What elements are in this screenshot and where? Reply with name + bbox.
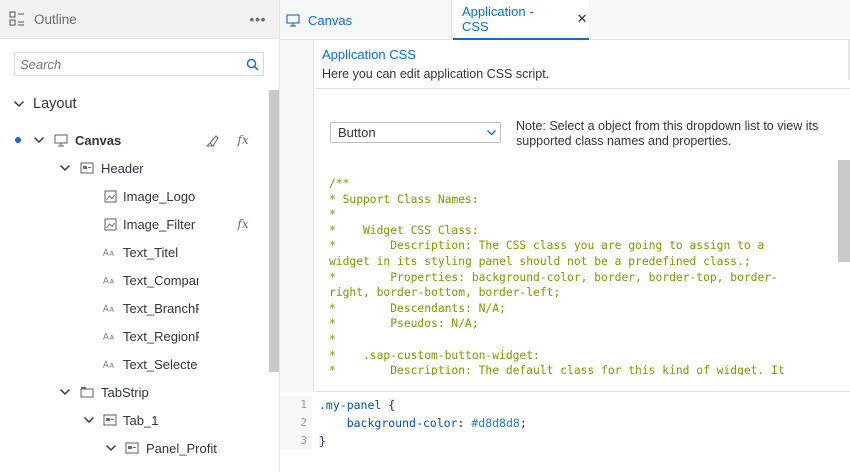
chevron-down-icon[interactable] — [82, 413, 96, 427]
tree-item-label: Panel_Profit — [146, 440, 217, 456]
doc-scrollbar[interactable] — [838, 160, 850, 262]
chevron-down-icon[interactable] — [58, 385, 72, 399]
css-doc-comment: /** * Support Class Names: * * Widget CS… — [329, 177, 785, 375]
tree-item-text-compar[interactable]: AA Text_Compar — [0, 266, 268, 294]
tree-item-label: TabStrip — [101, 384, 149, 400]
tree-item-label: Header — [101, 160, 144, 176]
tree-item-tabstrip[interactable]: TabStrip — [0, 378, 268, 406]
text-icon: AA — [103, 273, 117, 287]
tab-label: Canvas — [308, 12, 353, 28]
text-icon: AA — [103, 301, 117, 315]
tab-application-css[interactable]: Application - CSS ✕ — [453, 0, 589, 40]
chevron-down-icon[interactable] — [32, 133, 46, 147]
svg-text:A: A — [103, 276, 109, 286]
svg-text:A: A — [103, 332, 109, 342]
chevron-down-icon[interactable] — [58, 161, 72, 175]
panel-icon — [80, 161, 94, 175]
svg-text:A: A — [103, 304, 109, 314]
script-fx-icon[interactable]: fx — [234, 215, 252, 233]
search-icon[interactable] — [241, 53, 263, 75]
css-panel-header: Application CSS Here you can edit applic… — [315, 40, 850, 89]
tree-item-label: Text_Titel — [123, 244, 179, 260]
tree-item-label: Text_BranchF — [123, 300, 199, 316]
svg-text:A: A — [103, 360, 109, 370]
code-line[interactable]: 2 background-color: #d8d8d8; — [280, 414, 850, 432]
tree-item-label: Text_RegionF — [123, 328, 199, 344]
image-icon — [103, 189, 117, 203]
css-code-editor[interactable]: 1 .my-panel { 2 background-color: #d8d8d… — [280, 392, 850, 472]
more-options-button[interactable]: ••• — [245, 8, 271, 30]
code-selector: .my-panel — [319, 398, 382, 412]
class-select[interactable]: Button — [330, 122, 501, 143]
svg-text:A: A — [110, 334, 115, 342]
tree-item-image-logo[interactable]: Image_Logo — [0, 182, 268, 210]
chevron-down-icon[interactable] — [482, 124, 500, 142]
code-property: background-color — [346, 416, 458, 430]
tab-canvas[interactable]: Canvas — [280, 0, 452, 40]
line-number: 1 — [280, 396, 312, 414]
outline-panel: Outline ••• Layout Canvas fx — [0, 0, 280, 472]
search-box — [14, 52, 264, 76]
tree-item-label: Text_Compar — [123, 272, 199, 288]
code-semicolon: ; — [519, 416, 527, 430]
tree-item-label: Canvas — [75, 132, 122, 148]
editor-tabs: Canvas Application - CSS ✕ — [280, 0, 850, 40]
tree-item-text-branch[interactable]: AA Text_BranchF — [0, 294, 268, 322]
tree-item-text-region[interactable]: AA Text_RegionF — [0, 322, 268, 350]
search-input[interactable] — [15, 53, 241, 75]
svg-text:A: A — [110, 362, 115, 370]
tree-item-panel-profit[interactable]: Panel_Profit — [0, 434, 268, 462]
code-brace: } — [319, 434, 326, 448]
outline-scrollbar[interactable] — [269, 90, 279, 372]
tree-item-label: Tab_1 — [123, 412, 159, 428]
svg-text:A: A — [110, 278, 115, 286]
text-icon: AA — [103, 357, 117, 371]
tree-item-text-selected[interactable]: AA Text_Selecte — [0, 350, 268, 378]
tree-item-header[interactable]: Header — [0, 154, 268, 182]
svg-text:A: A — [103, 248, 109, 258]
code-value: #d8d8d8 — [471, 416, 520, 430]
tree-item-label: Image_Logo — [123, 188, 196, 204]
tree-item-canvas[interactable]: Canvas fx — [0, 126, 268, 154]
svg-text:A: A — [110, 250, 115, 258]
tree-item-text-titel[interactable]: AA Text_Titel — [0, 238, 268, 266]
code-line[interactable]: 1 .my-panel { — [280, 396, 850, 414]
layout-section-label: Layout — [33, 96, 77, 112]
script-fx-icon[interactable]: fx — [234, 131, 252, 149]
svg-text:A: A — [110, 306, 115, 314]
tree-item-image-filter[interactable]: Image_Filter fx — [0, 210, 268, 238]
select-note: Note: Select a object from this dropdown… — [516, 119, 819, 148]
css-panel-title: Application CSS — [322, 47, 416, 62]
selected-dot — [15, 137, 21, 143]
monitor-icon — [54, 133, 68, 147]
css-panel-description: Here you can edit application CSS script… — [322, 67, 550, 81]
chevron-down-icon[interactable] — [104, 441, 118, 455]
class-select-value: Button — [338, 125, 376, 140]
line-number: 2 — [280, 414, 312, 432]
tree-item-label: Text_Selecte — [123, 356, 198, 372]
code-line[interactable]: 3 } — [280, 432, 850, 450]
outline-title: Outline — [34, 11, 77, 27]
text-icon: AA — [103, 329, 117, 343]
outline-header: Outline ••• — [0, 0, 279, 39]
close-icon[interactable]: ✕ — [575, 11, 589, 26]
layout-section-row[interactable]: Layout — [0, 90, 268, 118]
code-colon: : — [457, 416, 465, 430]
panel-icon — [103, 413, 117, 427]
tree-item-label: Image_Filter — [123, 216, 196, 232]
image-icon — [103, 217, 117, 231]
style-brush-icon[interactable] — [203, 131, 221, 149]
text-icon: AA — [103, 245, 117, 259]
tree-item-tab-1[interactable]: Tab_1 — [0, 406, 268, 434]
panel-icon — [125, 441, 139, 455]
monitor-icon — [286, 13, 300, 27]
outline-icon — [8, 10, 26, 28]
tabstrip-icon — [80, 385, 94, 399]
tab-label: Application - CSS — [462, 4, 534, 34]
chevron-down-icon[interactable] — [12, 97, 26, 111]
code-brace: { — [388, 398, 396, 412]
line-number: 3 — [280, 432, 312, 450]
